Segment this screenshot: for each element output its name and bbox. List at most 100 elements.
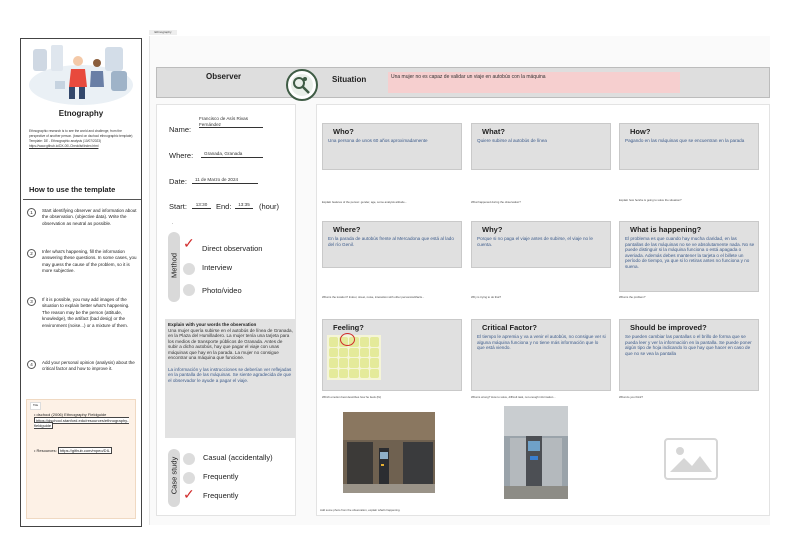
checkmark-icon: ✓	[183, 235, 195, 251]
card-answer: Porque si no paga el viaje antes de subi…	[477, 236, 593, 247]
card-hint: What do you think?	[619, 395, 643, 399]
card-hint: Which emotion best describes how he feel…	[322, 395, 382, 399]
resource-link[interactable]: https://dschool.stanford.edu/resources/e…	[34, 416, 129, 429]
emotion-face-icon[interactable]	[359, 337, 369, 347]
image-placeholder-icon[interactable]	[664, 438, 718, 480]
emotion-face-icon[interactable]	[329, 358, 339, 368]
photos-hint: Add some photo from the observation, exp…	[320, 508, 401, 512]
template-link[interactable]: https://www.github.io/DX-00/-Checklist/i…	[29, 144, 139, 149]
card-title: Critical Factor?	[482, 323, 538, 332]
situation-field[interactable]: Una mujer no es capaz de validar un viaj…	[388, 72, 680, 93]
resource-link[interactable]: https://github.com/mpeo/DIL	[57, 447, 112, 454]
card-answer: Quiere subirse al autobús de línea	[477, 138, 547, 143]
card-how[interactable]: How? Pagando en las máquinas que se encu…	[619, 123, 759, 170]
emotion-face-icon[interactable]	[339, 358, 349, 368]
case-study-label: Case study	[169, 456, 179, 495]
card-title: Where?	[333, 225, 361, 234]
card-title: Feeling?	[333, 323, 364, 332]
card-answer: Pagando en las máquinas que se encuentra…	[625, 138, 745, 143]
case-option-frequently-2[interactable]: Frequently	[203, 491, 238, 500]
emotion-face-icon[interactable]	[339, 347, 349, 357]
case-option-casual[interactable]: Casual (accidentally)	[203, 453, 273, 462]
card-hint: What is the location? Indoor, street, no…	[322, 295, 425, 299]
card-what-is-happening[interactable]: What is happening? El problema es que cu…	[619, 221, 759, 292]
observation-photo-1[interactable]	[343, 412, 435, 493]
card-hint: What is wrong? How to solve, difficult t…	[471, 395, 556, 399]
card-hint: Why is trying to do that?	[471, 295, 502, 299]
observer-heading: Observer	[206, 72, 242, 81]
emotion-face-icon[interactable]	[359, 358, 369, 368]
emotion-face-icon[interactable]	[339, 368, 349, 378]
card-should-be-improved[interactable]: Should be improved? Se pueden cambiar la…	[619, 319, 759, 391]
time-unit-label: (hour)	[259, 202, 280, 211]
start-field[interactable]: 13:30	[192, 202, 211, 209]
emotion-face-icon[interactable]	[349, 358, 359, 368]
resource-item: • dschool (2006) Ethnography Fieldguide …	[34, 412, 129, 429]
template-panel: Etnography Ethnographic research is to s…	[20, 38, 142, 527]
resources-tag: Title	[30, 402, 42, 410]
explain-observation-box[interactable]: Explain with your words the observation …	[165, 319, 296, 438]
description-text: Ethnographic research is to see the worl…	[29, 129, 133, 138]
name-field[interactable]: Francisco de Asís Rivas Fernández	[199, 116, 263, 128]
emotion-face-icon[interactable]	[349, 347, 359, 357]
card-title: Why?	[482, 225, 503, 234]
where-field[interactable]: Granada, Granada	[201, 151, 263, 158]
card-hint: What happened during the observation?	[471, 200, 521, 204]
emotion-face-icon[interactable]	[359, 347, 369, 357]
method-option-direct-observation[interactable]: Direct observation	[202, 244, 262, 253]
resource-item: • Resources: https://github.com/mpeo/DIL	[34, 447, 112, 454]
date-field[interactable]: 11 de Marzo de 2024	[192, 177, 258, 184]
ethnography-badge-icon	[286, 69, 318, 101]
observation-photo-2[interactable]	[504, 406, 568, 499]
howto-title: How to use the template	[29, 185, 116, 194]
template-title: Etnography	[58, 109, 104, 118]
emotion-face-icon[interactable]	[349, 368, 359, 378]
emotion-face-icon[interactable]	[369, 368, 379, 378]
resources-sticky: Title • dschool (2006) Ethnography Field…	[26, 399, 136, 519]
card-answer: El tiempo le apremia y va a venir el aut…	[477, 334, 606, 350]
step-text: If it is possible, you may add images of…	[42, 297, 130, 328]
emotion-face-icon[interactable]	[369, 347, 379, 357]
emotion-face-icon[interactable]	[329, 368, 339, 378]
method-radio-interview[interactable]	[183, 263, 195, 275]
method-radio-photo-video[interactable]	[183, 284, 195, 296]
card-where[interactable]: Where? En la parada de autobús frente al…	[322, 221, 462, 268]
method-option-interview[interactable]: Interview	[202, 263, 232, 272]
explain-paragraph-2: La información y las instrucciones se de…	[168, 366, 292, 383]
dot-mark: .	[172, 220, 174, 226]
card-answer: Una persona de unos 60 años aproximadame…	[328, 138, 428, 143]
card-answer: El problema es que cuando hay mucha clar…	[625, 236, 755, 269]
card-critical-factor[interactable]: Critical Factor? El tiempo le apremia y …	[471, 319, 611, 391]
situation-heading: Situation	[332, 75, 367, 84]
frame-label[interactable]: Ethnography Analysis	[149, 30, 177, 39]
step-text: Infer what's happening, fill the informa…	[42, 249, 137, 274]
card-hint: What is the problem?	[619, 295, 646, 299]
card-what[interactable]: What? Quiere subirse al autobús de línea	[471, 123, 611, 170]
emotion-face-icon[interactable]	[369, 337, 379, 347]
method-label: Method	[169, 252, 179, 279]
step-number: 4	[27, 360, 36, 369]
date-label: Date:	[169, 177, 187, 186]
step-text: Add your personal opinion (analysis) abo…	[42, 360, 135, 372]
end-field[interactable]: 13:35	[235, 202, 253, 209]
emotion-face-icon[interactable]	[369, 358, 379, 368]
where-label: Where:	[169, 151, 194, 160]
card-title: How?	[630, 127, 651, 136]
method-option-photo-video[interactable]: Photo/video	[202, 286, 242, 295]
case-radio-casual[interactable]	[183, 453, 195, 465]
emotion-face-icon[interactable]	[329, 347, 339, 357]
case-option-frequently-1[interactable]: Frequently	[203, 472, 238, 481]
card-who[interactable]: Who? Una persona de unos 60 años aproxim…	[322, 123, 462, 170]
emotion-face-icon[interactable]	[359, 368, 369, 378]
end-label: End:	[216, 202, 232, 211]
howto-divider	[23, 199, 141, 200]
emotion-face-icon[interactable]	[329, 337, 339, 347]
step-text: Start identifying observer and informati…	[42, 208, 137, 226]
step-number: 2	[27, 249, 36, 258]
card-why[interactable]: Why? Porque si no paga el viaje antes de…	[471, 221, 611, 268]
case-radio-frequently[interactable]	[183, 472, 195, 484]
step-number: 1	[27, 208, 36, 217]
step-number: 3	[27, 297, 36, 306]
card-title: Should be improved?	[630, 323, 707, 332]
card-title: What?	[482, 127, 505, 136]
